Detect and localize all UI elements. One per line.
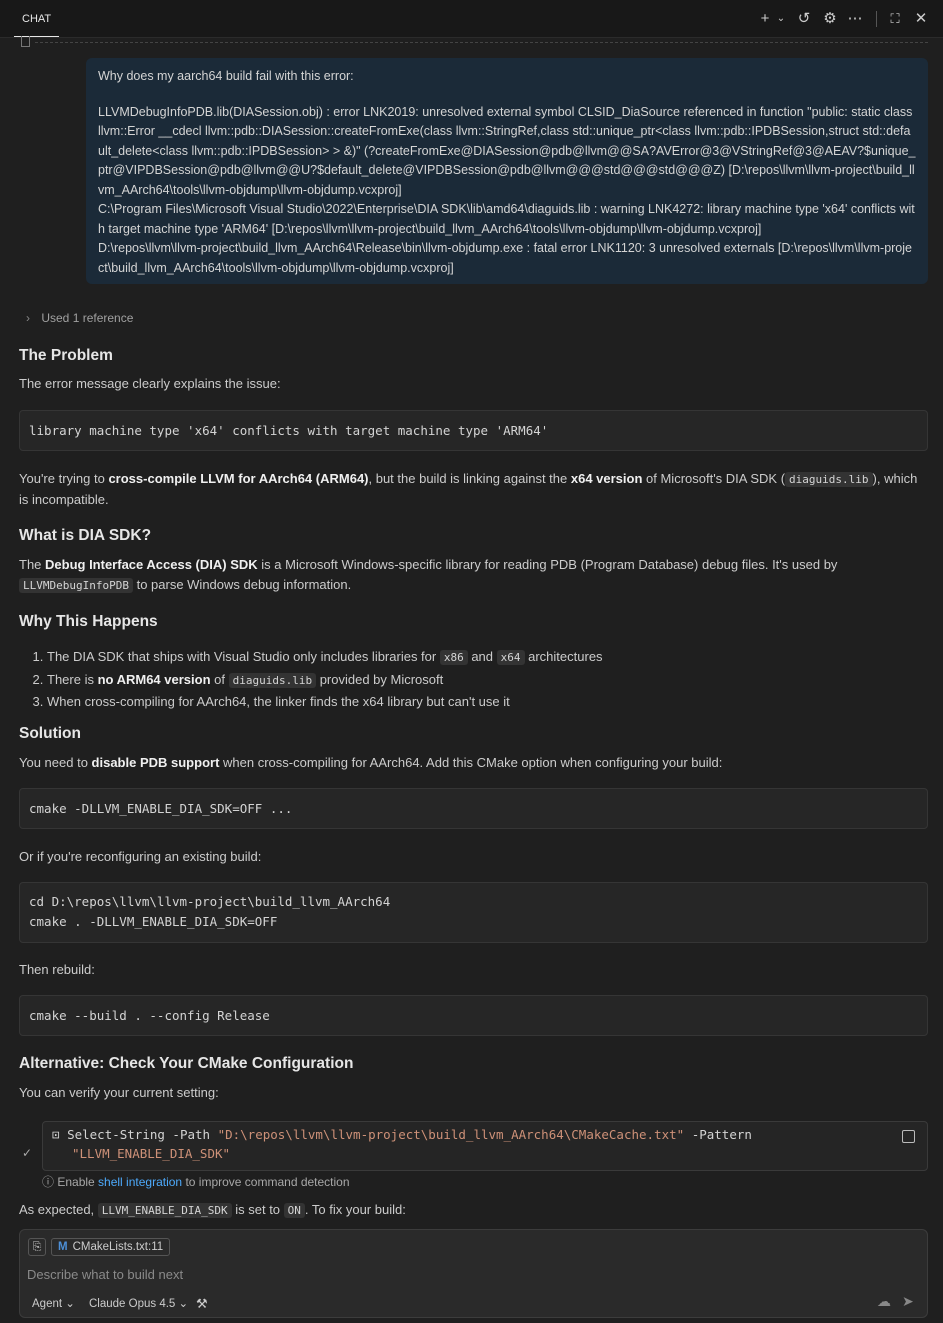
user-question: Why does my aarch64 build fail with this… — [98, 69, 354, 83]
heading-solution: Solution — [19, 725, 81, 742]
code-line: cmake . -DLLVM_ENABLE_DIA_SDK=OFF — [29, 914, 278, 929]
chevron-right-icon: › — [26, 311, 30, 325]
terminal-icon: ⊡ — [52, 1127, 68, 1142]
problem-explanation: You're trying to cross-compile LLVM for … — [19, 471, 918, 507]
result-text: As expected, LLVM_ENABLE_DIA_SDK is set … — [19, 1202, 406, 1218]
history-icon[interactable]: ↺ — [794, 9, 814, 29]
heading-problem: The Problem — [19, 347, 113, 364]
error-text: LLVMDebugInfoPDB.lib(DIASession.obj) : e… — [98, 104, 916, 197]
attach-icon[interactable]: ⎘ — [28, 1238, 46, 1256]
reconfigure-text: Or if you're reconfiguring an existing b… — [19, 849, 262, 864]
code-block-rebuild[interactable]: cmake --build . --config Release — [19, 995, 928, 1036]
divider — [35, 42, 928, 43]
used-references-toggle[interactable]: › Used 1 reference — [26, 311, 133, 325]
cloud-icon[interactable]: ☁ — [877, 1293, 891, 1310]
open-in-terminal-icon[interactable] — [902, 1130, 915, 1143]
chevron-down-icon: ⌄ — [65, 1298, 75, 1310]
chat-header: CHAT + ⌄ ↺ ⚙ ⋯ ⛶ ✕ — [0, 0, 943, 38]
code-block-error[interactable]: library machine type 'x64' conflicts wit… — [19, 410, 928, 451]
code-block-cmake[interactable]: cmake -DLLVM_ENABLE_DIA_SDK=OFF ... — [19, 788, 928, 829]
send-icon[interactable]: ➤ — [902, 1293, 914, 1310]
solution-intro: You need to disable PDB support when cro… — [19, 755, 723, 770]
code-line: cmake --build . --config Release — [29, 1008, 270, 1023]
terminal-command[interactable]: ⊡ Select-String -Path "D:\repos\llvm\llv… — [42, 1121, 928, 1171]
code-line: cd D:\repos\llvm\llvm-project\build_llvm… — [29, 894, 391, 909]
code-block-reconfigure[interactable]: cd D:\repos\llvm\llvm-project\build_llvm… — [19, 882, 928, 943]
gear-icon[interactable]: ⚙ — [820, 9, 840, 29]
heading-alternative: Alternative: Check Your CMake Configurat… — [19, 1055, 354, 1072]
warning-text: C:\Program Files\Microsoft Visual Studio… — [98, 202, 915, 236]
problem-intro: The error message clearly explains the i… — [19, 376, 281, 391]
list-item: The DIA SDK that ships with Visual Studi… — [47, 646, 603, 669]
maximize-icon[interactable]: ⛶ — [885, 9, 905, 29]
chat-input[interactable]: ⎘ M CMakeLists.txt:11 Describe what to bu… — [19, 1229, 928, 1318]
cmake-file-icon: M — [58, 1241, 68, 1253]
model-picker[interactable]: Claude Opus 4.5 ⌄ — [89, 1296, 188, 1310]
tools-icon[interactable]: ⚒ — [196, 1296, 208, 1312]
toolbar-divider — [876, 11, 877, 27]
bookmark-icon[interactable] — [21, 36, 30, 47]
alternative-intro: You can verify your current setting: — [19, 1085, 219, 1100]
code-line: library machine type 'x64' conflicts wit… — [29, 423, 549, 438]
reasons-list: The DIA SDK that ships with Visual Studi… — [19, 646, 603, 713]
check-icon: ✓ — [22, 1146, 33, 1160]
chevron-down-icon[interactable]: ⌄ — [771, 9, 791, 29]
tab-chat[interactable]: CHAT — [14, 0, 60, 37]
user-message: Why does my aarch64 build fail with this… — [86, 58, 928, 284]
list-item: When cross-compiling for AArch64, the li… — [47, 691, 603, 713]
dia-explanation: The Debug Interface Access (DIA) SDK is … — [19, 557, 838, 593]
context-file-chip[interactable]: M CMakeLists.txt:11 — [51, 1238, 171, 1256]
code-line: cmake -DLLVM_ENABLE_DIA_SDK=OFF ... — [29, 801, 293, 816]
command-line: ⊡ Select-String -Path "D:\repos\llvm\llv… — [52, 1127, 752, 1142]
shell-integration-hint: ⓘ Enable shell integration to improve co… — [42, 1175, 350, 1189]
list-item: There is no ARM64 version of diaguids.li… — [47, 669, 603, 692]
input-placeholder[interactable]: Describe what to build next — [27, 1267, 183, 1282]
command-pattern: "LLVM_ENABLE_DIA_SDK" — [72, 1146, 231, 1161]
shell-integration-link[interactable]: shell integration — [98, 1175, 182, 1189]
close-icon[interactable]: ✕ — [911, 9, 931, 29]
fatal-error-text: D:\repos\llvm\llvm-project\build_llvm_AA… — [98, 241, 912, 275]
heading-why: Why This Happens — [19, 613, 158, 630]
rebuild-text: Then rebuild: — [19, 962, 95, 977]
info-icon: ⓘ — [42, 1175, 58, 1189]
chevron-down-icon: ⌄ — [178, 1298, 189, 1310]
more-icon[interactable]: ⋯ — [845, 9, 865, 29]
reference-label: Used 1 reference — [41, 311, 134, 325]
heading-dia-sdk: What is DIA SDK? — [19, 527, 152, 544]
mode-picker[interactable]: Agent ⌄ — [32, 1296, 75, 1310]
